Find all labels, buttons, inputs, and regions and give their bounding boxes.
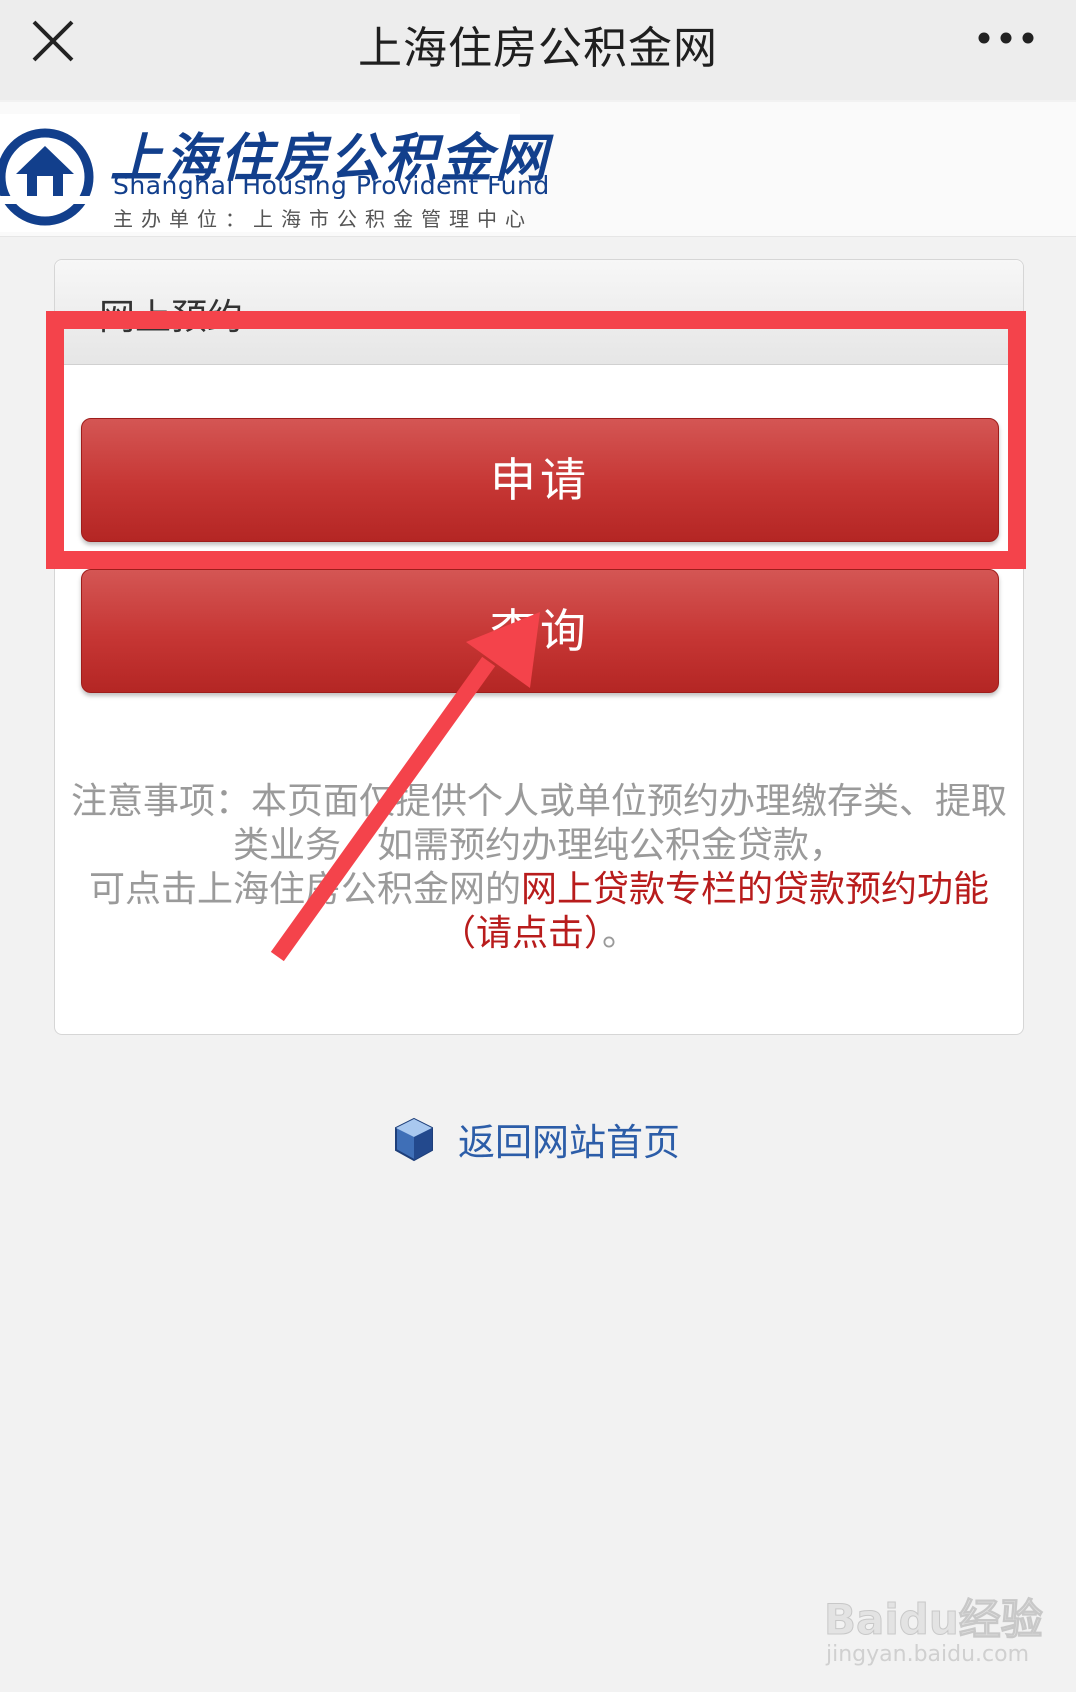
notice-line2-suffix: 。 xyxy=(602,913,639,954)
query-button[interactable]: 查询 xyxy=(81,569,999,693)
watermark: Baidu经验 jingyan.baidu.com xyxy=(818,1578,1048,1678)
site-logo[interactable]: 上海住房公积金网 Shanghai Housing Provident Fund… xyxy=(0,114,549,232)
notice-text: 注意事项：本页面仅提供个人或单位预约办理缴存类、提取类业务，如需预约办理纯公积金… xyxy=(65,780,1013,956)
cube-icon xyxy=(395,1117,433,1162)
title-bar: 上海住房公积金网 xyxy=(0,0,1076,100)
page-title: 上海住房公积金网 xyxy=(358,23,718,74)
watermark-url: jingyan.baidu.com xyxy=(826,1642,1030,1667)
watermark-logo: Baidu经验 xyxy=(824,1595,1044,1645)
notice-line1: 注意事项：本页面仅提供个人或单位预约办理缴存类、提取类业务，如需预约办理纯公积金… xyxy=(70,781,1007,866)
logo-english-name: Shanghai Housing Provident Fund xyxy=(113,171,550,200)
site-header: 上海住房公积金网 Shanghai Housing Provident Fund… xyxy=(0,102,1076,237)
logo-organizer: 主办单位：上海市公积金管理中心 xyxy=(113,207,533,231)
house-emblem-icon xyxy=(0,128,97,226)
back-home-label: 返回网站首页 xyxy=(458,1121,680,1164)
more-horizontal-icon[interactable] xyxy=(974,26,1044,50)
highlight-box xyxy=(46,311,1026,569)
notice-line2-prefix: 可点击上海住房公积金网的 xyxy=(88,869,521,910)
loan-appointment-link[interactable]: 网上贷款专栏的贷款预约功能（请点击） xyxy=(440,869,989,954)
